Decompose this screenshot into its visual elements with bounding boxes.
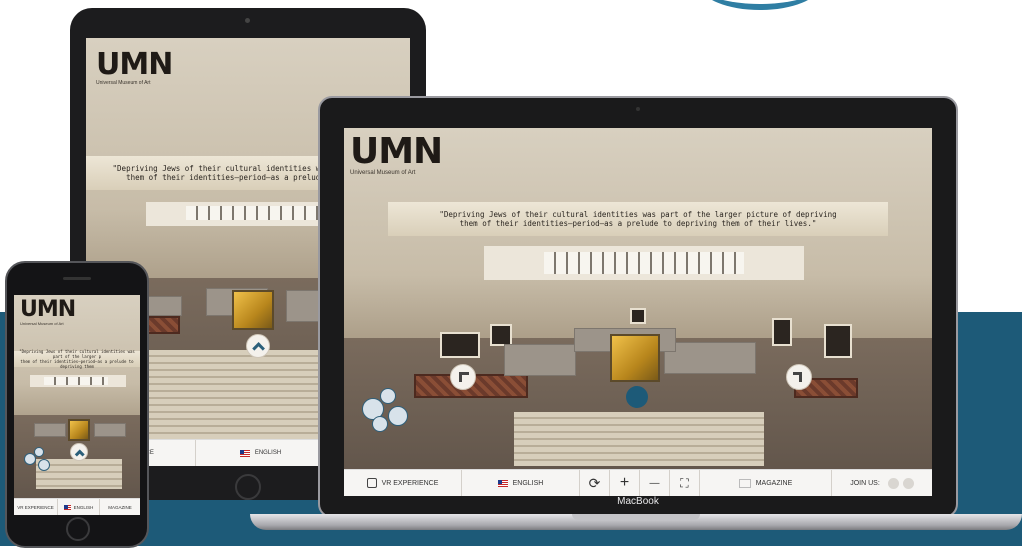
phone-home-button[interactable] <box>66 517 90 541</box>
featured-painting <box>68 419 90 441</box>
language-label: ENGLISH <box>73 504 94 510</box>
zoom-in-button[interactable]: + <box>610 470 640 496</box>
social-links: JOIN US: <box>832 470 932 496</box>
logo: UMN <box>20 297 76 322</box>
display-block <box>504 344 576 376</box>
laptop-screen[interactable]: UMN Universal Museum of Art "Depriving J… <box>344 128 932 496</box>
laptop-brand: MacBook <box>617 496 659 507</box>
display-block <box>34 423 66 437</box>
quote-line-1: "Depriving Jews of their cultural identi… <box>19 349 135 359</box>
quote-banner: "Depriving Jews of their cultural identi… <box>388 202 888 236</box>
wall-painting <box>824 324 852 358</box>
join-us-label: JOIN US: <box>850 479 880 487</box>
language-selector[interactable]: ENGLISH <box>58 499 100 515</box>
quote-line-2: them of their identities—period—as a pre… <box>20 359 134 369</box>
phone-device: UMN Universal Museum of Art "Depriving J… <box>5 261 149 548</box>
map-pin-icon <box>38 459 50 471</box>
logo-subtitle: Universal Museum of Art <box>96 80 151 86</box>
magazine-button[interactable]: MAGAZINE <box>100 499 140 515</box>
zoom-out-icon: — <box>649 477 660 489</box>
move-left-button[interactable] <box>450 364 476 390</box>
phone-screen[interactable]: UMN Universal Museum of Art "Depriving J… <box>14 295 140 515</box>
laptop-device: UMN Universal Museum of Art "Depriving J… <box>318 96 958 518</box>
tablet-home-button[interactable] <box>235 474 261 500</box>
magazine-label: MAGAZINE <box>108 504 132 510</box>
skylight <box>544 252 744 274</box>
featured-painting <box>232 290 274 330</box>
vr-headset-icon <box>366 478 377 488</box>
wall-painting <box>630 308 646 324</box>
language-selector[interactable]: ENGLISH <box>196 440 326 466</box>
fullscreen-icon: ⛶ <box>680 475 689 490</box>
map-pin-icon <box>34 447 44 457</box>
laptop-notch <box>572 514 700 520</box>
map-pin-icon <box>388 406 408 426</box>
wall-painting <box>490 324 512 346</box>
facebook-icon[interactable] <box>887 477 899 489</box>
map-pin-icon <box>380 388 396 404</box>
map-pin-icon <box>372 416 388 432</box>
phone-toolbar: VR EXPERIENCE ENGLISH MAGAZINE <box>14 498 140 515</box>
forward-nav-button[interactable] <box>70 443 88 461</box>
quote-line-2: them of their identities—period—as a pre… <box>459 219 817 228</box>
quote-line-1: "Depriving Jews of their cultural identi… <box>439 210 837 219</box>
phone-speaker <box>63 277 91 280</box>
decorative-arc <box>700 0 820 10</box>
wall-painting <box>440 332 480 358</box>
us-flag-icon <box>497 479 508 487</box>
logo: UMN <box>350 131 443 172</box>
move-right-button[interactable] <box>786 364 812 390</box>
display-block <box>94 423 126 437</box>
forward-nav-button[interactable] <box>246 334 270 358</box>
language-label: ENGLISH <box>512 479 544 487</box>
language-label: ENGLISH <box>254 450 282 456</box>
laptop-camera <box>636 107 640 111</box>
vr-experience-label: VR EXPERIENCE <box>17 504 54 510</box>
floor-map-widget[interactable] <box>22 447 52 475</box>
magazine-button[interactable]: MAGAZINE <box>700 470 832 496</box>
language-selector[interactable]: ENGLISH <box>462 470 580 496</box>
logo-subtitle: Universal Museum of Art <box>350 170 416 176</box>
tablet-camera <box>245 18 250 23</box>
gallery-stairs <box>514 412 764 466</box>
position-marker[interactable] <box>626 386 648 408</box>
us-flag-icon <box>63 504 71 510</box>
quote-banner: "Depriving Jews of their cultural identi… <box>14 349 140 369</box>
vr-experience-label: VR EXPERIENCE <box>381 479 439 487</box>
logo: UMN <box>96 47 173 82</box>
zoom-in-icon: + <box>619 474 630 491</box>
fullscreen-button[interactable]: ⛶ <box>670 470 700 496</box>
magazine-icon <box>738 478 751 488</box>
rotate-icon: ⟳ <box>588 474 601 491</box>
us-flag-icon <box>239 449 250 457</box>
vr-experience-button[interactable]: VR EXPERIENCE <box>14 499 58 515</box>
display-block <box>146 296 182 316</box>
display-block <box>664 342 756 374</box>
logo-subtitle: Universal Museum of Art <box>20 321 64 326</box>
floor-map-widget[interactable] <box>358 386 410 436</box>
magazine-label: MAGAZINE <box>755 479 793 487</box>
skylight <box>44 377 108 385</box>
wall-painting <box>772 318 792 346</box>
skylight <box>186 206 336 220</box>
laptop-toolbar: VR EXPERIENCE ENGLISH ⟳ + — ⛶ MAGAZINE J… <box>344 469 932 496</box>
vr-experience-button[interactable]: VR EXPERIENCE <box>344 470 462 496</box>
featured-painting <box>610 334 660 382</box>
zoom-out-button[interactable]: — <box>640 470 670 496</box>
rotate-button[interactable]: ⟳ <box>580 470 610 496</box>
social-icon[interactable] <box>902 477 914 489</box>
